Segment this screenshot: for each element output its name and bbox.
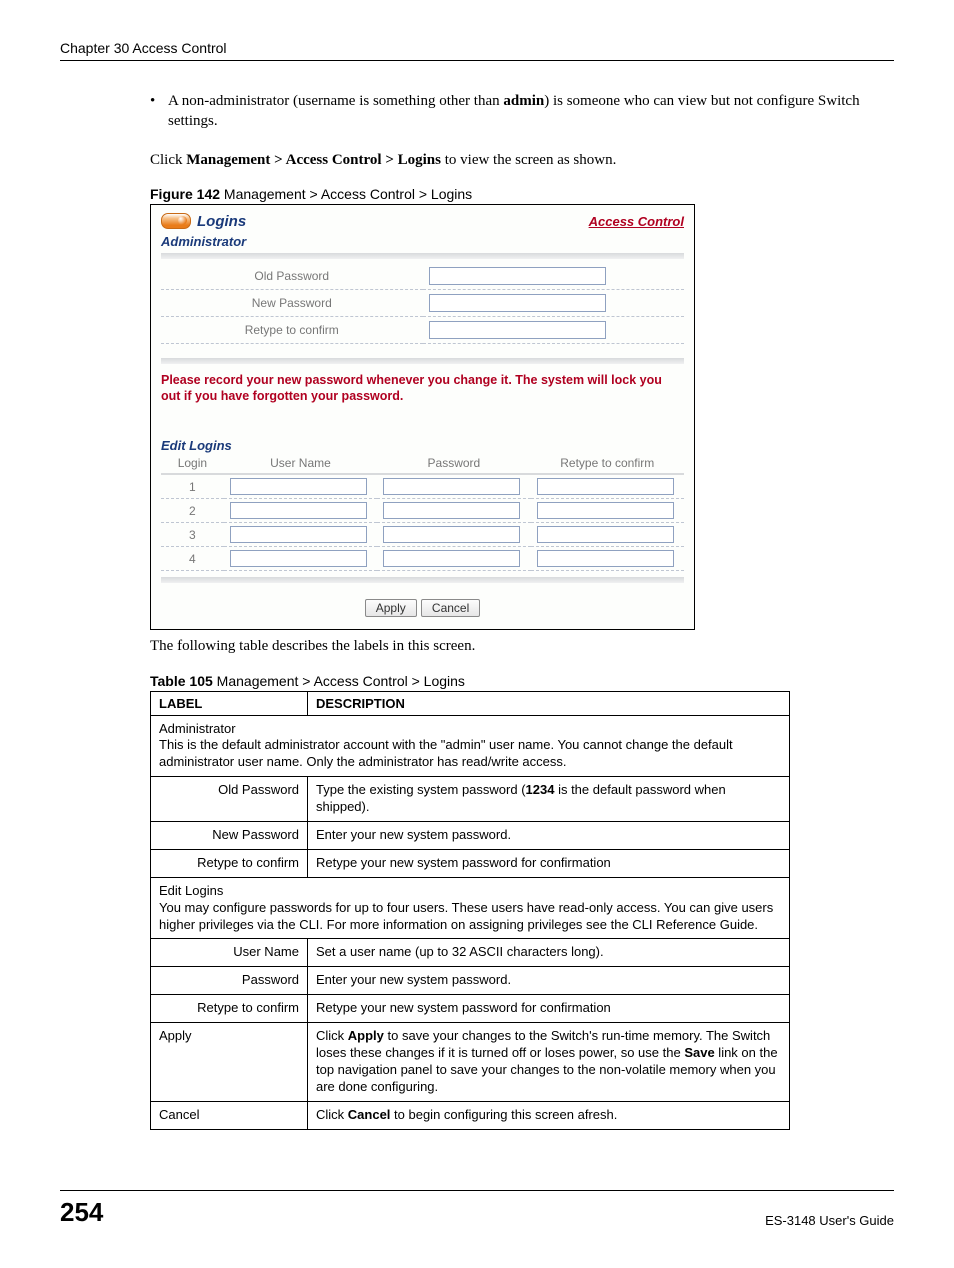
row-num: 4 <box>161 547 224 571</box>
col-username: User Name <box>224 453 377 474</box>
text-bold: Cancel <box>348 1107 391 1122</box>
figure-number: Figure 142 <box>150 186 220 202</box>
bullet-item: • A non-administrator (username is somet… <box>150 91 894 132</box>
text: to begin configuring this screen afresh. <box>390 1107 617 1122</box>
nav-path: Management > Access Control > Logins <box>186 152 441 168</box>
chapter-label: Chapter 30 Access Control <box>60 40 227 56</box>
desc-cell: Enter your new system password. <box>308 967 790 995</box>
apply-button[interactable]: Apply <box>365 599 417 617</box>
text-bold: Save <box>684 1045 714 1060</box>
label-cell: Retype to confirm <box>151 995 308 1023</box>
old-password-input[interactable] <box>429 267 606 285</box>
username-input-2[interactable] <box>230 502 367 519</box>
password-input-3[interactable] <box>383 526 520 543</box>
paragraph: The following table describes the labels… <box>150 636 894 656</box>
edit-logins-table: Login User Name Password Retype to confi… <box>161 453 684 571</box>
password-input-1[interactable] <box>383 478 520 495</box>
desc-cell: Retype your new system password for conf… <box>308 849 790 877</box>
col-password: Password <box>377 453 530 474</box>
label-cell: New Password <box>151 821 308 849</box>
access-control-link[interactable]: Access Control <box>589 214 684 229</box>
text-bold: 1234 <box>526 782 555 797</box>
table-number: Table 105 <box>150 673 213 689</box>
username-input-1[interactable] <box>230 478 367 495</box>
label-cell: User Name <box>151 939 308 967</box>
section-edit-logins: Edit Logins <box>161 438 684 453</box>
label-cell: Retype to confirm <box>151 849 308 877</box>
text: Click <box>150 152 186 168</box>
retype-input-2[interactable] <box>537 502 674 519</box>
desc-cell: Type the existing system password (1234 … <box>308 777 790 822</box>
label-new-password: New Password <box>161 289 423 316</box>
password-input-4[interactable] <box>383 550 520 567</box>
retype-input-3[interactable] <box>537 526 674 543</box>
row-num: 2 <box>161 499 224 523</box>
text: Click <box>316 1028 348 1043</box>
col-login: Login <box>161 453 224 474</box>
administrator-table: Old Password New Password Retype to conf… <box>161 263 684 344</box>
description-table: LABEL DESCRIPTION Administrator This is … <box>150 691 790 1130</box>
text: to view the screen as shown. <box>441 152 616 168</box>
text: Click <box>316 1107 348 1122</box>
text: A non-administrator (username is somethi… <box>168 93 503 109</box>
label-cell: Old Password <box>151 777 308 822</box>
text: Administrator <box>159 721 236 736</box>
text: You may configure passwords for up to fo… <box>159 900 773 932</box>
col-label: LABEL <box>151 691 308 715</box>
retype-input-4[interactable] <box>537 550 674 567</box>
retype-input-1[interactable] <box>537 478 674 495</box>
table-title: Management > Access Control > Logins <box>213 673 465 689</box>
desc-cell: Click Cancel to begin configuring this s… <box>308 1101 790 1129</box>
label-retype: Retype to confirm <box>161 316 423 343</box>
new-password-input[interactable] <box>429 294 606 312</box>
label-cell: Cancel <box>151 1101 308 1129</box>
username-input-4[interactable] <box>230 550 367 567</box>
text-bold: Apply <box>348 1028 384 1043</box>
paragraph: Click Management > Access Control > Logi… <box>150 150 894 170</box>
section-row: Administrator This is the default admini… <box>151 715 790 777</box>
panel-title: Logins <box>197 213 246 230</box>
label-old-password: Old Password <box>161 263 423 290</box>
figure-title: Management > Access Control > Logins <box>220 186 472 202</box>
col-description: DESCRIPTION <box>308 691 790 715</box>
logo-icon <box>161 213 191 229</box>
text: Type the existing system password ( <box>316 782 526 797</box>
desc-cell: Retype your new system password for conf… <box>308 995 790 1023</box>
divider <box>161 358 684 364</box>
text-bold: admin <box>503 93 544 109</box>
guide-title: ES-3148 User's Guide <box>765 1213 894 1228</box>
page-number: 254 <box>60 1197 103 1228</box>
text: Edit Logins <box>159 883 223 898</box>
col-retype: Retype to confirm <box>531 453 684 474</box>
section-row: Edit Logins You may configure passwords … <box>151 877 790 939</box>
warning-text: Please record your new password whenever… <box>161 372 684 405</box>
row-num: 3 <box>161 523 224 547</box>
desc-cell: Click Apply to save your changes to the … <box>308 1023 790 1102</box>
label-cell: Password <box>151 967 308 995</box>
divider <box>161 253 684 259</box>
divider <box>161 577 684 583</box>
desc-cell: Set a user name (up to 32 ASCII characte… <box>308 939 790 967</box>
bullet-icon: • <box>150 91 168 132</box>
page-header: Chapter 30 Access Control <box>60 40 894 61</box>
row-num: 1 <box>161 474 224 499</box>
password-input-2[interactable] <box>383 502 520 519</box>
page-footer: 254 ES-3148 User's Guide <box>60 1190 894 1228</box>
username-input-3[interactable] <box>230 526 367 543</box>
section-administrator: Administrator <box>161 234 684 249</box>
text: This is the default administrator accoun… <box>159 737 733 769</box>
screenshot-logins: Logins Access Control Administrator Old … <box>150 204 695 631</box>
label-cell: Apply <box>151 1023 308 1102</box>
table-caption: Table 105 Management > Access Control > … <box>150 673 894 689</box>
figure-caption: Figure 142 Management > Access Control >… <box>150 186 894 202</box>
desc-cell: Enter your new system password. <box>308 821 790 849</box>
retype-input[interactable] <box>429 321 606 339</box>
cancel-button[interactable]: Cancel <box>421 599 480 617</box>
